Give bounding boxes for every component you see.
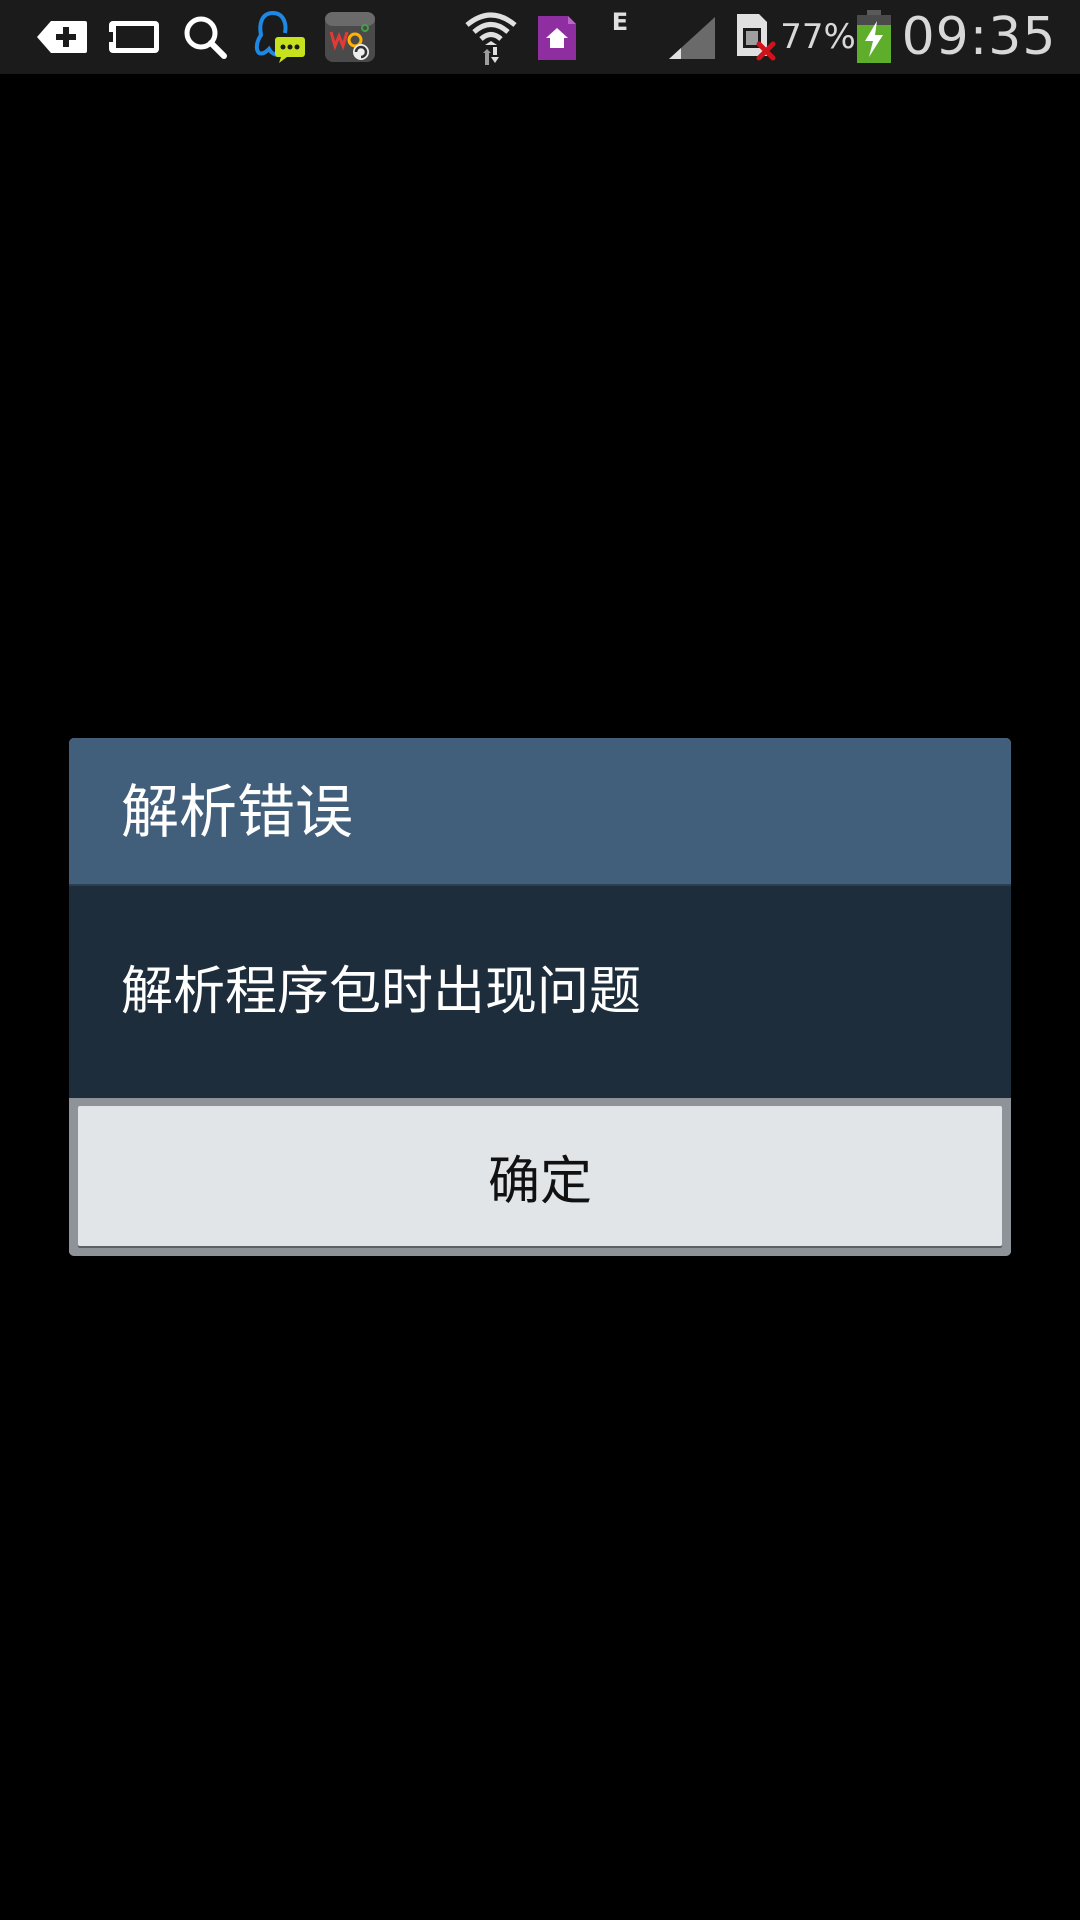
home-app-icon (534, 0, 580, 74)
dialog-title: 解析错误 (121, 778, 354, 846)
qq-chat-icon (252, 0, 308, 74)
wo-store-app-icon (322, 0, 378, 74)
sim-card-error-icon (732, 0, 778, 74)
dialog-message: 解析程序包时出现问题 (121, 962, 642, 1022)
signal-icon (666, 0, 718, 74)
tablet-icon (106, 0, 162, 74)
ok-button[interactable]: 确定 (78, 1106, 1002, 1246)
dialog-footer: 确定 (69, 1098, 1011, 1256)
ok-button-label: 确定 (487, 1151, 592, 1212)
battery-charging-icon (854, 0, 894, 74)
status-bar: E 77% 09:35 (0, 0, 1080, 74)
add-tag-icon (34, 0, 90, 74)
network-type-indicator: E (611, 8, 629, 36)
clock: 09:35 (901, 7, 1057, 67)
error-dialog: 解析错误 解析程序包时出现问题 确定 (69, 738, 1011, 1256)
battery-percent: 77% (780, 17, 856, 57)
dialog-header: 解析错误 (69, 738, 1011, 886)
dialog-body: 解析程序包时出现问题 (69, 886, 1011, 1098)
screen: E 77% 09:35 解析错误 解析程序包时出现问题 确定 (0, 0, 1080, 1920)
wifi-icon (462, 0, 520, 74)
search-icon (180, 0, 230, 74)
